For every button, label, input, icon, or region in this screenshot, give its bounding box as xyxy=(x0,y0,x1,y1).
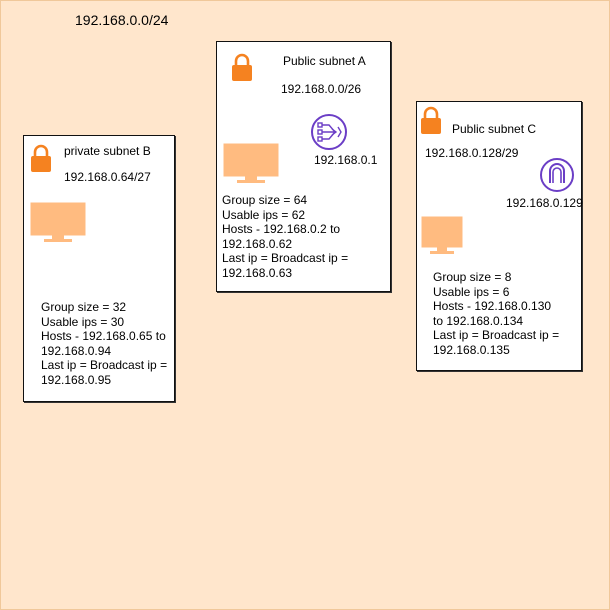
info-line: 192.168.0.62 xyxy=(222,236,293,251)
subnet-title: Public subnet A xyxy=(283,54,366,68)
lock-icon xyxy=(232,53,252,81)
info-line: Usable ips = 6 xyxy=(433,284,510,299)
nat-gateway-icon xyxy=(311,114,347,150)
info-line: Hosts - 192.168.0.65 to xyxy=(41,329,166,344)
subnet-cidr: 192.168.0.128/29 xyxy=(425,146,519,160)
internet-gateway-icon xyxy=(540,158,574,192)
info-line: Last ip = Broadcast ip = xyxy=(41,358,168,373)
subnet-cidr: 192.168.0.0/26 xyxy=(281,82,362,96)
info-line: 192.168.0.94 xyxy=(41,343,112,358)
subnet-info: Group size = 8 Usable ips = 6 Hosts - 19… xyxy=(433,270,559,358)
info-line: 192.168.0.95 xyxy=(41,372,112,387)
gateway-ip: 192.168.0.129 xyxy=(506,196,583,210)
public-subnet-c[interactable]: Public subnet C 192.168.0.128/29 192.168… xyxy=(416,101,583,371)
monitor-icon xyxy=(223,143,279,183)
info-line: Group size = 8 xyxy=(433,270,512,284)
gateway-ip: 192.168.0.1 xyxy=(314,153,378,167)
info-line: Usable ips = 62 xyxy=(222,207,306,222)
subnet-info: Group size = 32 Usable ips = 30 Hosts - … xyxy=(41,300,167,388)
private-subnet-b[interactable]: private subnet B 192.168.0.64/27 Group s… xyxy=(23,135,175,402)
info-line: Hosts - 192.168.0.130 xyxy=(433,299,552,314)
info-line: Last ip = Broadcast ip = xyxy=(222,251,349,266)
info-line: Usable ips = 30 xyxy=(41,314,125,329)
public-subnet-a[interactable]: Public subnet A 192.168.0.0/26 192.168.0… xyxy=(216,41,391,292)
info-line: Last ip = Broadcast ip = xyxy=(433,328,560,343)
info-line: Hosts - 192.168.0.2 to xyxy=(222,222,341,237)
monitor-icon xyxy=(30,202,86,242)
info-line: 192.168.0.135 xyxy=(433,342,510,357)
subnet-info: Group size = 64 Usable ips = 62 Hosts - … xyxy=(222,193,348,281)
subnet-cidr: 192.168.0.64/27 xyxy=(64,170,151,184)
info-line: Group size = 64 xyxy=(222,193,308,207)
lock-icon xyxy=(31,144,51,172)
monitor-icon xyxy=(421,216,463,254)
info-line: Group size = 32 xyxy=(41,300,127,314)
info-line: to 192.168.0.134 xyxy=(433,313,524,328)
subnet-title: Public subnet C xyxy=(452,122,537,136)
vpc-diagram: 192.168.0.0/24 Public subnet A 192.168.0… xyxy=(0,0,610,610)
subnet-title: private subnet B xyxy=(64,144,151,158)
info-line: 192.168.0.63 xyxy=(222,265,293,280)
lock-icon xyxy=(421,106,441,134)
vpc-cidr-label: 192.168.0.0/24 xyxy=(75,12,169,28)
